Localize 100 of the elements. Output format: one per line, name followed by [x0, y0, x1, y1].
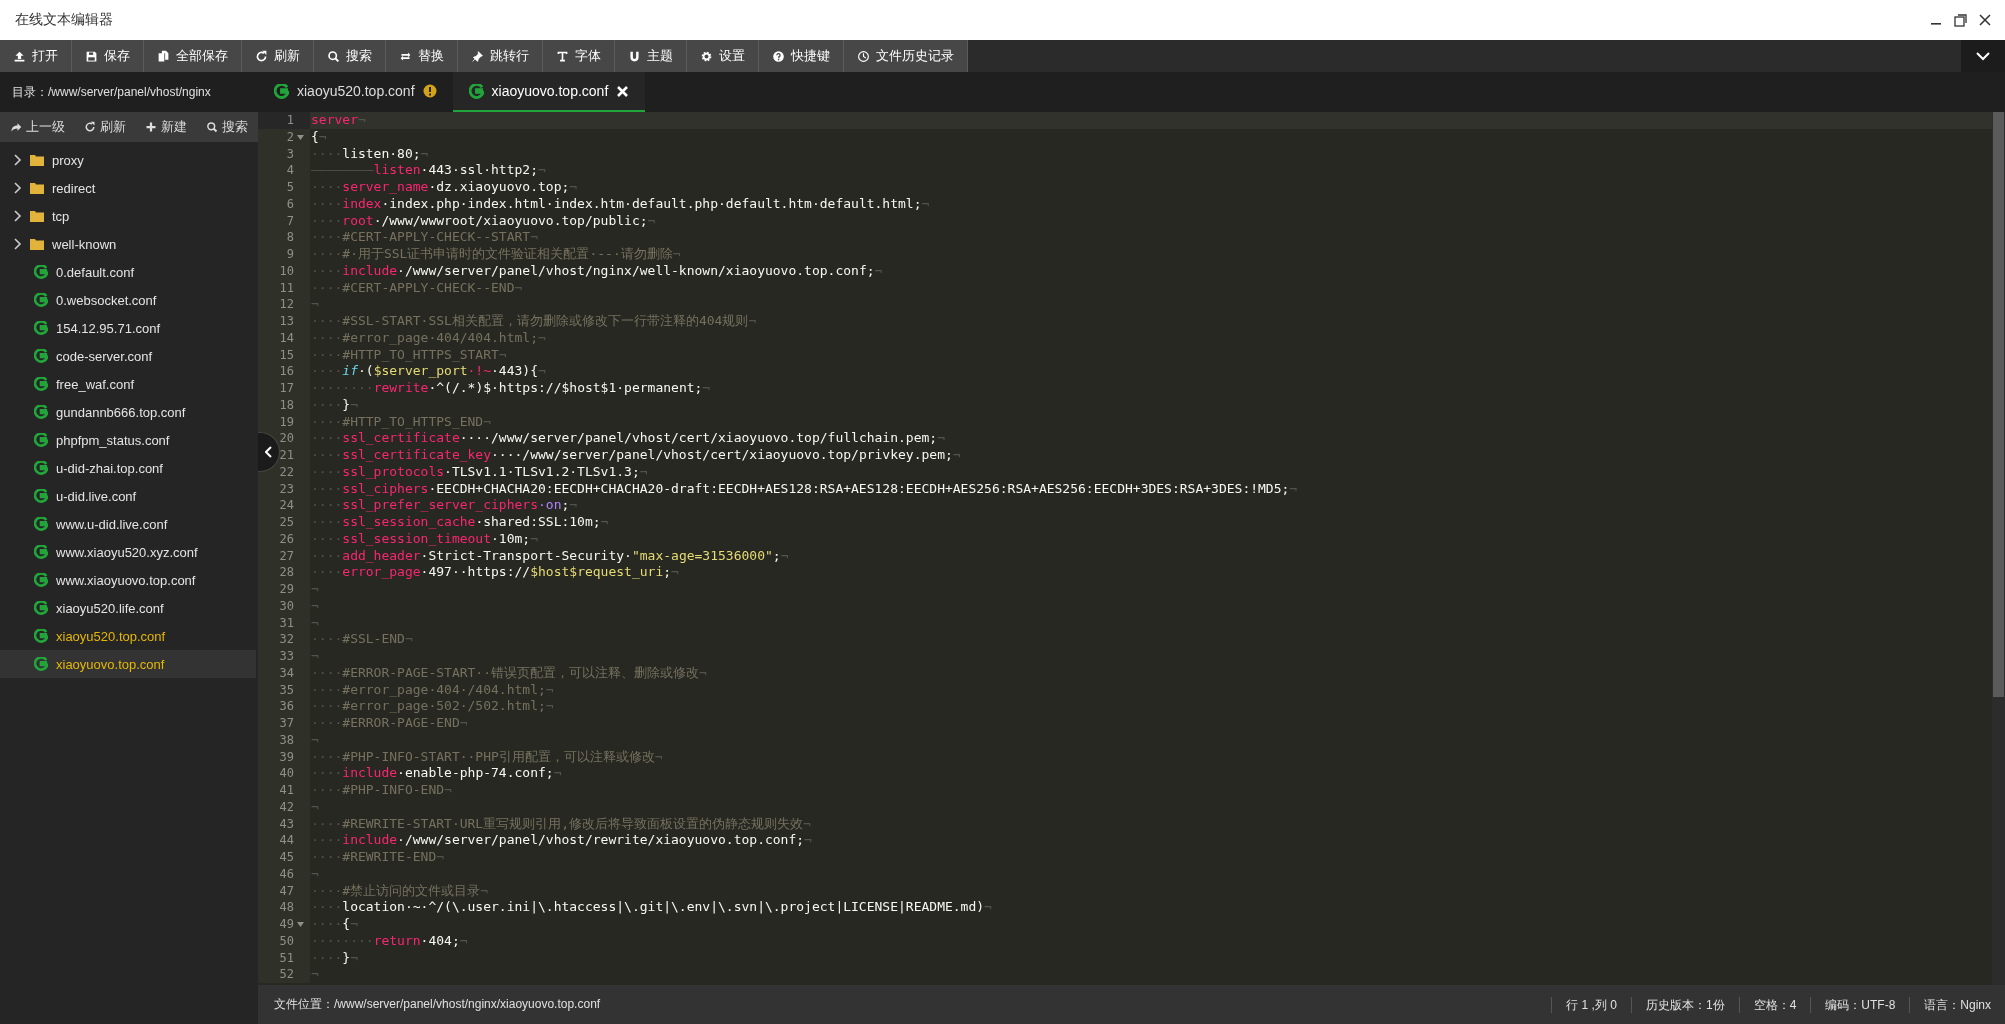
pin-icon — [471, 49, 484, 63]
folder-item[interactable]: tcp — [0, 202, 256, 230]
scrollbar-thumb[interactable] — [1993, 112, 2004, 697]
chevron-icon[interactable] — [12, 182, 22, 194]
file-item[interactable]: www.u-did.live.conf — [0, 510, 256, 538]
editor-tab[interactable]: xiaoyuovo.top.conf — [452, 72, 646, 112]
line-number: 34 — [279, 664, 294, 682]
code-line: ····ssl_session_cache·shared:SSL:10m;¬ — [311, 514, 609, 529]
status-item: 历史版本：1份 — [1630, 996, 1739, 1013]
sidebar-action[interactable]: 刷新 — [82, 118, 128, 136]
clock-icon — [857, 49, 870, 63]
code-line: ····#CERT-APPLY-CHECK--START¬ — [311, 229, 538, 245]
line-number: 1 — [286, 112, 294, 129]
folder-name: well-known — [52, 236, 117, 252]
file-name: www.xiaoyu520.xyz.conf — [56, 544, 198, 560]
close-icon[interactable] — [1979, 14, 1991, 26]
dropdown-button[interactable] — [1961, 40, 2005, 72]
code-line: ————————listen·443·ssl·http2;¬ — [311, 162, 546, 178]
file-item[interactable]: free_waf.conf — [0, 370, 256, 398]
code-line: ····#REWRITE-END¬ — [311, 849, 445, 864]
file-icon — [34, 629, 48, 643]
folder-item[interactable]: well-known — [0, 230, 256, 258]
file-item[interactable]: xiaoyu520.top.conf — [0, 622, 256, 650]
plus-icon — [145, 121, 157, 133]
file-name: www.xiaoyuovo.top.conf — [56, 572, 196, 588]
editor-tab[interactable]: xiaoyu520.top.conf — [258, 72, 453, 112]
code-line: ¬ — [311, 966, 319, 982]
file-item[interactable]: xiaoyu520.life.conf — [0, 594, 256, 622]
line-number: 37 — [279, 715, 294, 732]
code-line: ¬ — [311, 614, 319, 630]
file-icon — [34, 293, 48, 307]
status-item: 行 1 ,列 0 — [1551, 996, 1631, 1013]
file-icon — [34, 517, 48, 531]
chevron-icon[interactable] — [12, 210, 22, 222]
upload-icon — [13, 49, 26, 63]
line-number: 48 — [279, 899, 294, 916]
code-line: ····location·~·^/(\.user.ini|\.htaccess|\.git|\.env|\.svn|\.project|LICENSE|README.md)¬ — [311, 899, 992, 915]
file-item[interactable]: u-did-zhai.top.conf — [0, 454, 256, 482]
code-line: ····#·用于SSL证书申请时的文件验证相关配置·--·请勿删除¬ — [311, 246, 681, 261]
sidebar-action[interactable]: 上一级 — [8, 118, 67, 136]
status-item: 空格：4 — [1738, 996, 1811, 1013]
code-line: ····ssl_session_timeout·10m;¬ — [311, 530, 538, 546]
file-item[interactable]: gundannb666.top.conf — [0, 398, 256, 426]
file-item[interactable]: u-did.live.conf — [0, 482, 256, 510]
chevron-icon[interactable] — [12, 154, 22, 166]
file-item[interactable]: www.xiaoyuovo.top.conf — [0, 566, 256, 594]
file-name: xiaoyu520.top.conf — [56, 628, 166, 644]
folder-item[interactable]: redirect — [0, 174, 256, 202]
code-line: ········rewrite·^(/.*)$·https://$host$1·permanent;¬ — [311, 380, 711, 395]
line-number: 9 — [286, 246, 294, 263]
line-number: 46 — [279, 865, 294, 883]
fold-icon[interactable] — [297, 134, 304, 140]
file-item[interactable]: 0.default.conf — [0, 258, 256, 286]
file-item[interactable]: 0.websocket.conf — [0, 286, 256, 314]
file-icon — [34, 349, 48, 363]
chevron-icon[interactable] — [12, 238, 22, 250]
file-icon — [274, 83, 289, 99]
code-line: ····#ERROR-PAGE-START··错误页配置，可以注释、删除或修改¬ — [311, 664, 707, 680]
line-number: 43 — [279, 815, 294, 833]
code-line: server¬ — [311, 112, 366, 127]
refresh-icon — [255, 49, 268, 63]
code-line: ····#error_page·404/404.html;¬ — [311, 329, 546, 345]
line-number: 25 — [279, 514, 294, 531]
sidebar-action[interactable]: 搜索 — [204, 118, 250, 136]
line-number: 50 — [279, 932, 294, 950]
folder-item[interactable]: proxy — [0, 146, 256, 174]
file-icon — [468, 83, 484, 99]
line-number: 49 — [279, 916, 294, 933]
directory-path: 目录：/www/server/panel/vhost/nginx — [12, 83, 211, 101]
folder-icon — [30, 238, 44, 250]
sidebar-action[interactable]: 新建 — [143, 118, 189, 136]
file-name: u-did-zhai.top.conf — [56, 460, 163, 476]
code-line: ····{¬ — [311, 916, 358, 931]
file-name: 0.websocket.conf — [56, 292, 157, 308]
search-icon — [206, 121, 218, 133]
line-number: 13 — [279, 313, 294, 330]
file-item[interactable]: phpfpm_status.conf — [0, 426, 256, 454]
fold-icon[interactable] — [297, 921, 304, 927]
line-number: 44 — [279, 832, 294, 849]
line-number: 24 — [279, 497, 294, 514]
file-item[interactable]: code-server.conf — [0, 342, 256, 370]
line-number: 41 — [279, 782, 294, 799]
code-line: ····error_page·497··https://$host$request_uri;¬ — [311, 564, 679, 580]
file-icon — [34, 433, 48, 447]
file-item[interactable]: www.xiaoyu520.xyz.conf — [0, 538, 256, 566]
file-name: u-did.live.conf — [56, 488, 137, 504]
file-item[interactable]: 154.12.95.71.conf — [0, 314, 256, 342]
code-line: ····include·/www/server/panel/vhost/rewrite/xiaoyuovo.top.conf;¬ — [311, 832, 812, 848]
file-name: 154.12.95.71.conf — [56, 320, 161, 336]
file-name: code-server.conf — [56, 348, 153, 364]
line-number: 19 — [279, 413, 294, 431]
line-number: 3 — [286, 145, 294, 163]
line-number: 10 — [279, 262, 294, 280]
file-icon — [34, 377, 48, 391]
file-icon — [34, 405, 48, 419]
maximize-icon[interactable] — [1954, 13, 1967, 27]
file-name: gundannb666.top.conf — [56, 404, 186, 420]
file-item[interactable]: xiaoyuovo.top.conf — [0, 650, 256, 678]
code-line: ····#HTTP_TO_HTTPS_START¬ — [311, 346, 507, 362]
file-icon — [34, 573, 48, 587]
